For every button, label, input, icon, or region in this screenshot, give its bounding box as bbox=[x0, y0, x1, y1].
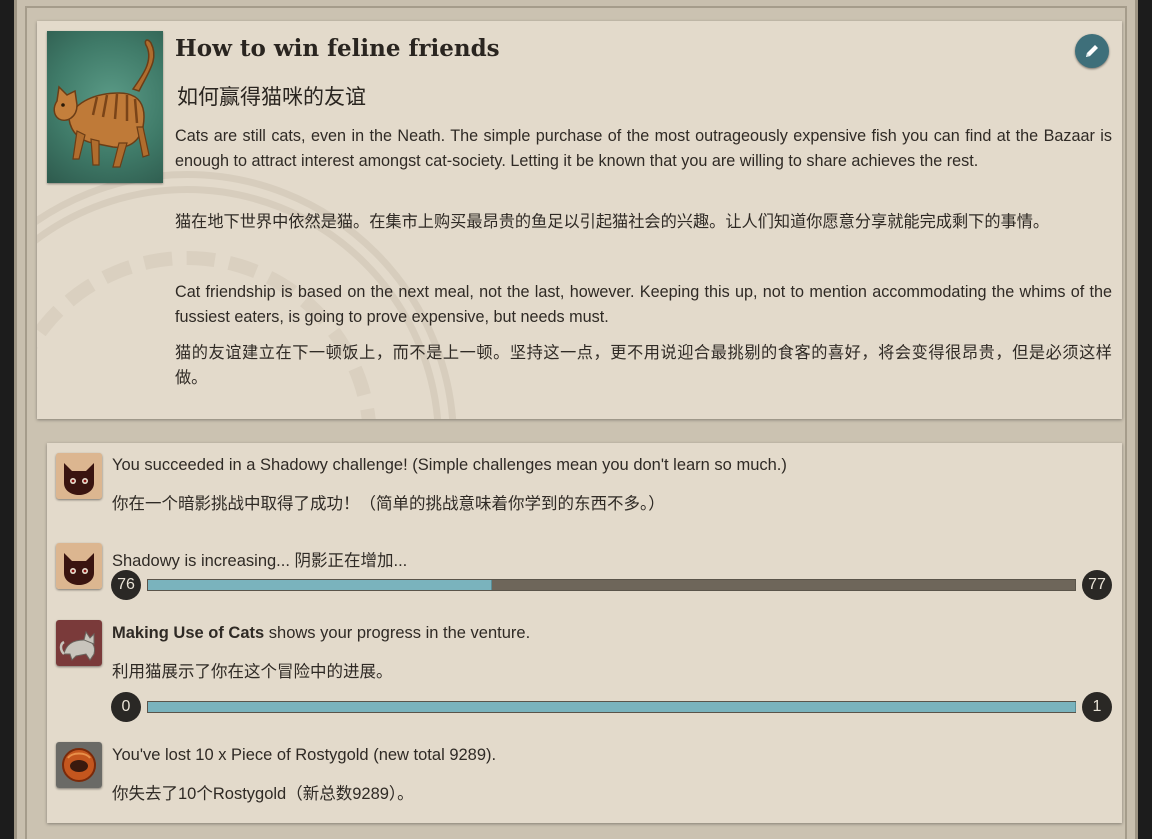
progress-start-value: 0 bbox=[111, 692, 141, 722]
storylet-description: Cats are still cats, even in the Neath. … bbox=[175, 127, 1112, 170]
storylet-description-cn: 猫在地下世界中依然是猫。在集市上购买最昂贵的鱼足以引起猫社会的兴趣。让人们知道你… bbox=[175, 213, 1050, 231]
storylet-description-2-cn: 猫的友谊建立在下一顿饭上，而不是上一顿。坚持这一点，更不用说迎合最挑剔的食客的喜… bbox=[175, 344, 1112, 387]
result-text: You succeeded in a Shadowy challenge! (S… bbox=[112, 456, 787, 474]
item-lost-text: You've lost 10 x Piece of Rostygold (new… bbox=[112, 746, 497, 764]
venture-progress-text: Making Use of Cats shows your progress i… bbox=[112, 624, 530, 643]
edit-button[interactable] bbox=[1075, 34, 1109, 68]
storylet-description-2: Cat friendship is based on the next meal… bbox=[175, 283, 1112, 326]
shadowy-progress-bar bbox=[147, 579, 1076, 591]
progress-end-value: 77 bbox=[1082, 570, 1112, 600]
cat-illustration bbox=[47, 31, 163, 183]
item-lost-text-cn: 你失去了10个Rostygold（新总数9289）。 bbox=[112, 785, 414, 803]
results-card: You succeeded in a Shadowy challenge! (S… bbox=[47, 443, 1122, 823]
storylet-subtitle: 如何赢得猫咪的友谊 bbox=[177, 85, 366, 109]
shadowy-cat-mask-icon bbox=[56, 453, 102, 499]
shadowy-cat-mask-icon bbox=[56, 543, 102, 589]
result-text-cn: 你在一个暗影挑战中取得了成功！（简单的挑战意味着你学到的东西不多。） bbox=[112, 495, 665, 513]
pencil-icon bbox=[1086, 45, 1098, 57]
rostygold-ring-icon bbox=[56, 742, 102, 788]
storylet-title: How to win feline friends bbox=[175, 35, 500, 62]
quality-change-text: Shadowy is increasing... 阴影正在增加... bbox=[112, 552, 408, 570]
progress-end-value: 1 bbox=[1082, 692, 1112, 722]
grey-cat-icon bbox=[56, 620, 102, 666]
venture-progress-rest: shows your progress in the venture. bbox=[264, 624, 531, 642]
progress-fill bbox=[148, 702, 1076, 712]
progress-fill bbox=[148, 580, 492, 590]
progress-start-value: 76 bbox=[111, 570, 141, 600]
venture-progress-bar bbox=[147, 701, 1076, 713]
venture-progress-text-cn: 利用猫展示了你在这个冒险中的进展。 bbox=[112, 663, 393, 681]
quality-name: Making Use of Cats bbox=[112, 624, 265, 642]
storylet-card: How to win feline friends 如何赢得猫咪的友谊 Cats… bbox=[37, 21, 1122, 419]
